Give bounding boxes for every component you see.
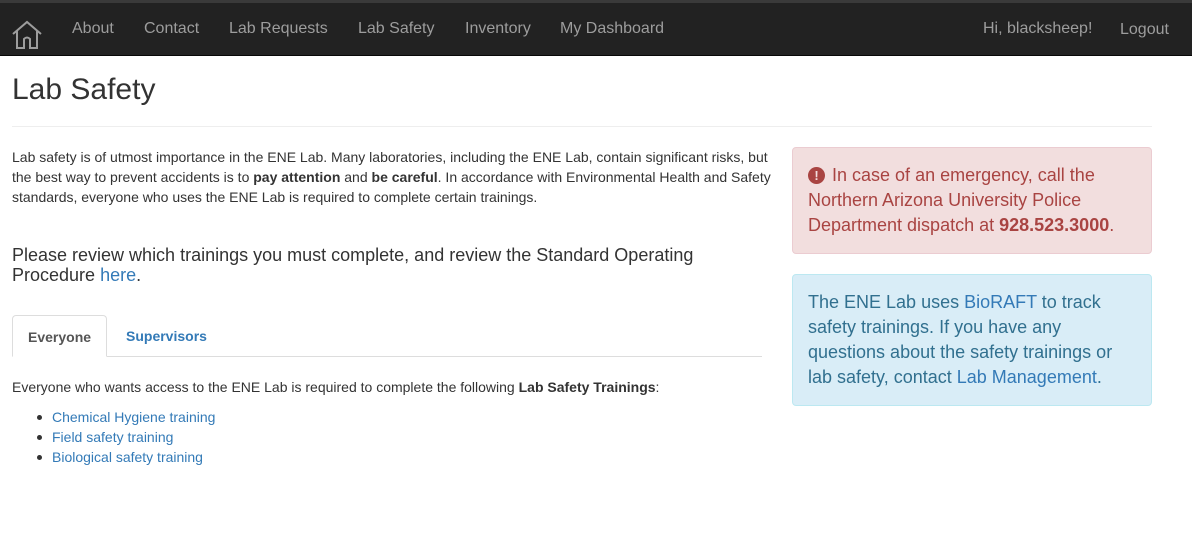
review-end: . (136, 265, 142, 285)
list-item: Field safety training (12, 427, 215, 447)
info-end: . (1096, 367, 1102, 387)
intro-bold-pay-attention: pay attention (253, 169, 341, 185)
tab-intro-text: Everyone who wants access to the ENE Lab… (12, 379, 519, 395)
bioraft-link[interactable]: BioRAFT (964, 292, 1037, 312)
review-paragraph: Please review which trainings you must c… (12, 245, 732, 285)
emergency-end: . (1109, 215, 1115, 235)
list-item: Biological safety training (12, 447, 215, 467)
exclamation-circle-icon: ! (808, 167, 825, 184)
tab-supervisors[interactable]: Supervisors (111, 315, 222, 357)
training-link-chemical-hygiene[interactable]: Chemical Hygiene training (52, 409, 215, 425)
emergency-phone: 928.523.3000 (999, 215, 1110, 235)
page-title: Lab Safety (12, 73, 156, 106)
bioraft-info-alert: The ENE Lab uses BioRAFT to track safety… (792, 274, 1152, 406)
nav-logout[interactable]: Logout (1120, 20, 1169, 40)
training-link-field-safety[interactable]: Field safety training (52, 429, 173, 445)
home-link[interactable] (10, 17, 44, 51)
nav-contact[interactable]: Contact (144, 19, 199, 39)
lab-management-link[interactable]: Lab Management (957, 367, 1097, 387)
nav-lab-safety[interactable]: Lab Safety (358, 19, 435, 39)
training-tabs: Everyone Supervisors (12, 315, 762, 357)
nav-lab-requests[interactable]: Lab Requests (229, 19, 328, 39)
tab-intro-bold: Lab Safety Trainings (518, 379, 656, 395)
nav-inventory[interactable]: Inventory (465, 19, 531, 39)
tab-everyone[interactable]: Everyone (12, 315, 107, 357)
training-list: Chemical Hygiene training Field safety t… (12, 407, 215, 467)
emergency-alert: ! In case of an emergency, call the Nort… (792, 147, 1152, 254)
info-text: The ENE Lab uses (808, 292, 965, 312)
tab-intro-end: : (655, 379, 660, 395)
title-divider (12, 126, 1152, 127)
intro-text: and (340, 169, 372, 185)
intro-paragraph: Lab safety is of utmost importance in th… (12, 147, 772, 207)
training-link-biological-safety[interactable]: Biological safety training (52, 449, 203, 465)
everyone-tab-intro: Everyone who wants access to the ENE Lab… (12, 377, 659, 397)
intro-bold-be-careful: be careful (371, 169, 438, 185)
list-item: Chemical Hygiene training (12, 407, 215, 427)
home-icon (12, 20, 42, 49)
nav-user-greeting[interactable]: Hi, blacksheep! (983, 19, 1092, 39)
nav-about[interactable]: About (72, 19, 114, 39)
top-navbar: About Contact Lab Requests Lab Safety In… (0, 0, 1192, 56)
sop-here-link[interactable]: here (100, 265, 136, 285)
nav-my-dashboard[interactable]: My Dashboard (560, 19, 664, 39)
